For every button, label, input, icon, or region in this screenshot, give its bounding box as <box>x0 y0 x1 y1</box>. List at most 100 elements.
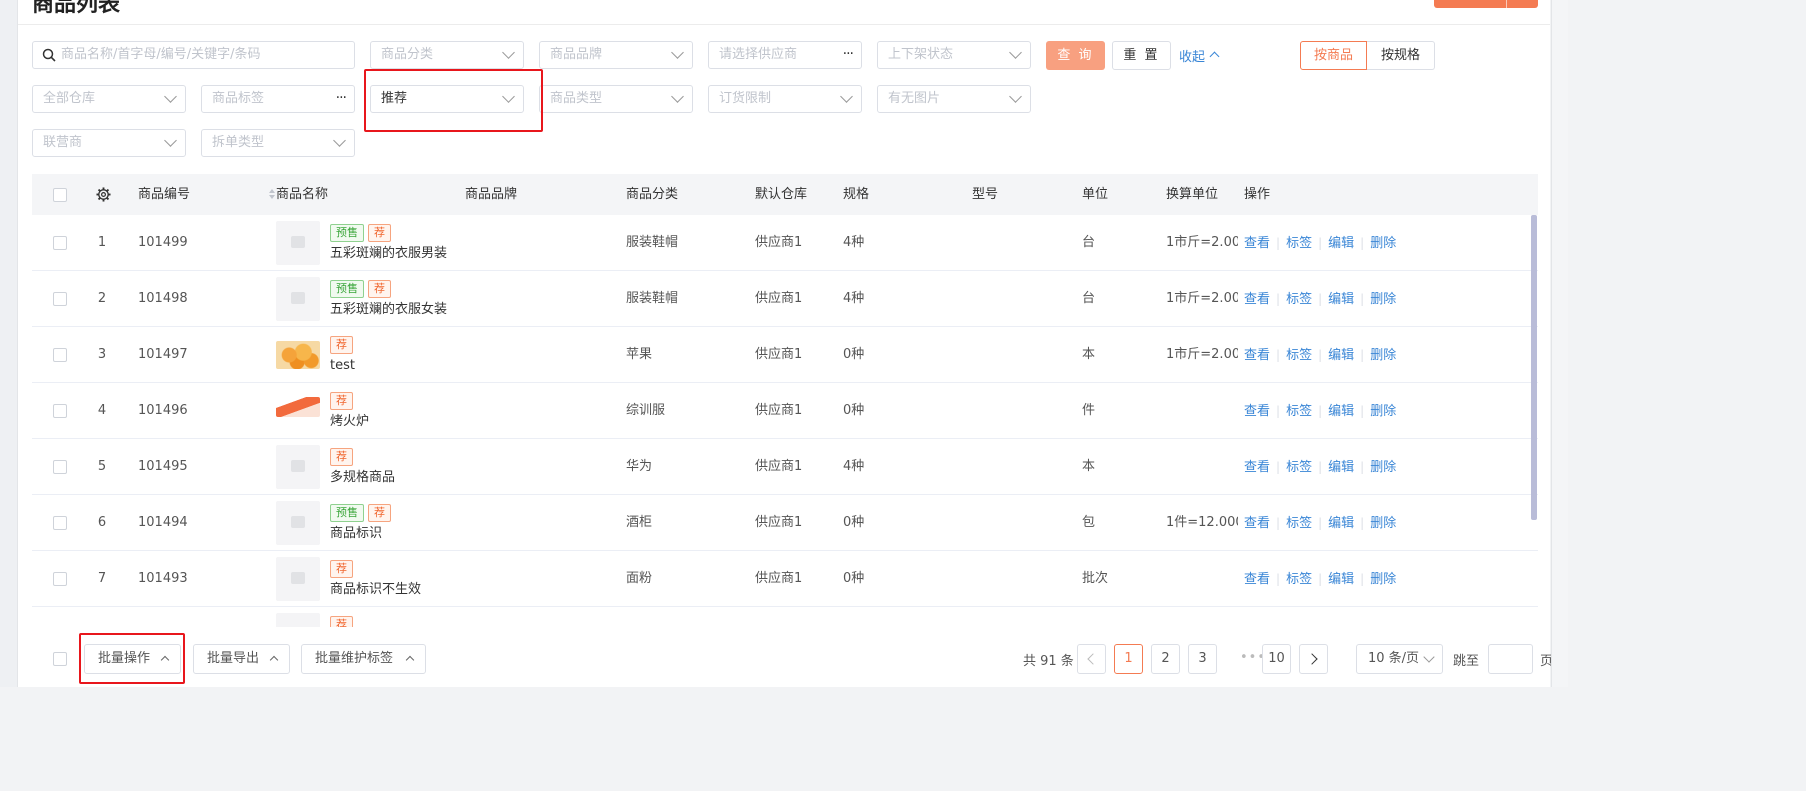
chevron-up-icon <box>405 655 415 665</box>
row-code: 101496 <box>138 403 188 418</box>
product-type-select[interactable]: 商品类型 <box>539 85 693 113</box>
chevron-down-icon <box>671 46 684 59</box>
presale-badge: 预售 <box>330 504 364 522</box>
category-select[interactable]: 商品分类 <box>370 41 524 69</box>
row-unit: 包 <box>1082 515 1096 530</box>
recommend-select[interactable]: 推荐 <box>370 85 524 113</box>
tag-link[interactable]: 标签 <box>1286 348 1312 363</box>
split-type-select[interactable]: 拆单类型 <box>201 129 355 157</box>
row-checkbox[interactable] <box>53 572 67 586</box>
page-2-button[interactable]: 2 <box>1151 644 1180 674</box>
next-page-button[interactable] <box>1299 644 1328 674</box>
col-conv-unit: 换算单位 <box>1166 187 1219 202</box>
prev-page-button[interactable] <box>1077 644 1106 674</box>
edit-link[interactable]: 编辑 <box>1328 292 1354 307</box>
edit-link[interactable]: 编辑 <box>1328 236 1354 251</box>
edit-link[interactable]: 编辑 <box>1328 460 1354 475</box>
supplier-select[interactable]: 请选择供应商 ··· <box>708 41 862 69</box>
delete-link[interactable]: 删除 <box>1370 516 1396 531</box>
batch-ops-button[interactable]: 批量操作 <box>84 644 181 674</box>
page-1-button[interactable]: 1 <box>1114 644 1143 674</box>
has-image-select[interactable]: 有无图片 <box>877 85 1031 113</box>
chevron-down-icon <box>164 134 177 147</box>
product-thumbnail[interactable] <box>276 557 320 601</box>
edit-link[interactable]: 编辑 <box>1328 516 1354 531</box>
page-10-button[interactable]: 10 <box>1262 644 1291 674</box>
row-actions: 查看 | 标签 | 编辑 | 删除 <box>1244 327 1396 384</box>
page-header: 商品列表 <box>18 0 1550 25</box>
row-warehouse: 供应商1 <box>755 291 803 306</box>
warehouse-select[interactable]: 全部仓库 <box>32 85 186 113</box>
chevron-down-icon <box>502 46 515 59</box>
edit-link[interactable]: 编辑 <box>1328 404 1354 419</box>
sort-icon[interactable] <box>268 189 276 201</box>
table-scrollbar[interactable] <box>1531 215 1537 520</box>
select-all-checkbox[interactable] <box>53 188 67 202</box>
tag-link[interactable]: 标签 <box>1286 404 1312 419</box>
search-input[interactable]: 商品名称/首字母/编号/关键字/条码 <box>32 41 355 69</box>
row-checkbox[interactable] <box>53 460 67 474</box>
query-button[interactable]: 查 询 <box>1046 41 1105 70</box>
page-3-button[interactable]: 3 <box>1188 644 1217 674</box>
edit-link[interactable]: 编辑 <box>1328 572 1354 587</box>
row-index: 4 <box>97 403 107 418</box>
reset-button[interactable]: 重 置 <box>1112 41 1171 70</box>
product-thumbnail[interactable] <box>276 341 320 369</box>
footer-select-all-checkbox[interactable] <box>53 652 67 666</box>
action-divider: | <box>1318 348 1323 362</box>
row-spec: 0种 <box>843 571 865 586</box>
shelf-status-select[interactable]: 上下架状态 <box>877 41 1031 69</box>
row-checkbox[interactable] <box>53 404 67 418</box>
delete-link[interactable]: 删除 <box>1370 572 1396 587</box>
add-product-button[interactable] <box>1434 0 1538 8</box>
page-size-select[interactable]: 10 条/页 <box>1356 644 1443 674</box>
col-code: 商品编号 <box>138 187 191 202</box>
brand-select[interactable]: 商品品牌 <box>539 41 693 69</box>
action-divider: | <box>1276 348 1281 362</box>
product-thumbnail[interactable] <box>276 445 320 489</box>
view-link[interactable]: 查看 <box>1244 236 1270 251</box>
action-divider: | <box>1276 236 1281 250</box>
delete-link[interactable]: 删除 <box>1370 236 1396 251</box>
row-checkbox[interactable] <box>53 516 67 530</box>
view-link[interactable]: 查看 <box>1244 292 1270 307</box>
collapse-toggle[interactable]: 收起 <box>1179 46 1220 65</box>
view-link[interactable]: 查看 <box>1244 572 1270 587</box>
product-tag-select[interactable]: 商品标签 ··· <box>201 85 355 113</box>
product-tags: 预售荐 <box>330 280 395 298</box>
row-checkbox[interactable] <box>53 236 67 250</box>
row-conv-unit <box>1166 439 1238 495</box>
action-divider: | <box>1360 404 1365 418</box>
order-limit-select[interactable]: 订货限制 <box>708 85 862 113</box>
delete-link[interactable]: 删除 <box>1370 348 1396 363</box>
product-thumbnail[interactable] <box>276 277 320 321</box>
view-by-spec-tab[interactable]: 按规格 <box>1367 41 1435 70</box>
product-thumbnail[interactable] <box>276 221 320 265</box>
delete-link[interactable]: 删除 <box>1370 292 1396 307</box>
tag-link[interactable]: 标签 <box>1286 572 1312 587</box>
view-link[interactable]: 查看 <box>1244 516 1270 531</box>
product-thumbnail[interactable] <box>276 501 320 545</box>
product-thumbnail[interactable] <box>276 613 320 627</box>
product-type-select-value: 商品类型 <box>550 91 603 106</box>
view-link[interactable]: 查看 <box>1244 348 1270 363</box>
jump-page-input[interactable] <box>1488 644 1533 674</box>
action-divider: | <box>1360 516 1365 530</box>
row-checkbox[interactable] <box>53 292 67 306</box>
tag-link[interactable]: 标签 <box>1286 236 1312 251</box>
gear-icon[interactable] <box>96 187 111 202</box>
edit-link[interactable]: 编辑 <box>1328 348 1354 363</box>
delete-link[interactable]: 删除 <box>1370 404 1396 419</box>
tag-link[interactable]: 标签 <box>1286 292 1312 307</box>
tag-link[interactable]: 标签 <box>1286 460 1312 475</box>
partner-select[interactable]: 联营商 <box>32 129 186 157</box>
view-link[interactable]: 查看 <box>1244 460 1270 475</box>
product-thumbnail[interactable] <box>276 397 320 417</box>
tag-link[interactable]: 标签 <box>1286 516 1312 531</box>
view-by-product-tab[interactable]: 按商品 <box>1300 41 1367 70</box>
batch-export-button[interactable]: 批量导出 <box>193 644 290 674</box>
delete-link[interactable]: 删除 <box>1370 460 1396 475</box>
row-checkbox[interactable] <box>53 348 67 362</box>
view-link[interactable]: 查看 <box>1244 404 1270 419</box>
batch-tags-button[interactable]: 批量维护标签 <box>301 644 426 674</box>
